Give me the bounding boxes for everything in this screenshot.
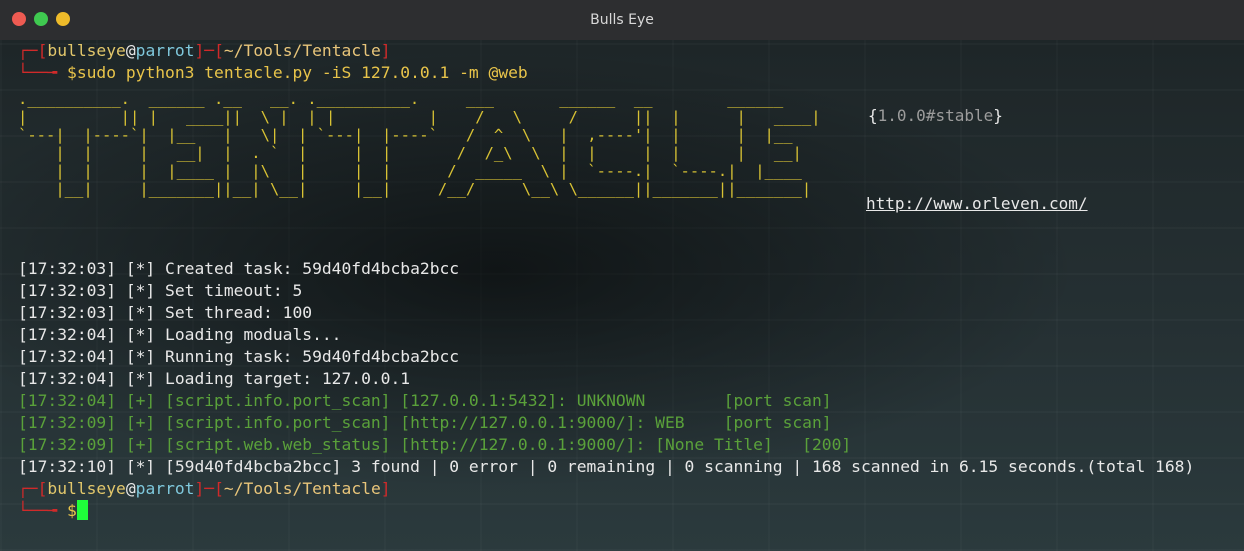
command-text: sudo python3 tentacle.py -iS 127.0.0.1 -…: [76, 63, 528, 82]
terminal-window: Bulls Eye ┌─[bullseye@parrot]─[~/Tools/T…: [0, 0, 1244, 551]
window-controls: [12, 12, 70, 26]
command-line: └──╼ $sudo python3 tentacle.py -iS 127.0…: [18, 63, 528, 82]
maximize-button[interactable]: [34, 12, 48, 26]
website-link[interactable]: http://www.orleven.com/: [866, 194, 1088, 213]
log-summary-line: [17:32:10] [*] [59d40fd4bcba2bcc] 3 foun…: [18, 457, 1195, 476]
close-button[interactable]: [12, 12, 26, 26]
text-cursor: [76, 500, 88, 520]
prompt-path: ~/Tools/Tentacle: [223, 41, 381, 60]
minimize-button[interactable]: [56, 12, 70, 26]
prompt-line-1: ┌─[bullseye@parrot]─[~/Tools/Tentacle]: [18, 41, 391, 60]
input-line[interactable]: └──╼ $: [18, 500, 88, 522]
log-line-success: [17:32:09] [+] [script.info.port_scan] […: [18, 413, 832, 432]
terminal-area[interactable]: ┌─[bullseye@parrot]─[~/Tools/Tentacle] └…: [0, 40, 1244, 551]
title-bar: Bulls Eye: [0, 0, 1244, 40]
log-line: [17:32:03] [*] Set thread: 100: [18, 303, 313, 322]
ascii-banner: .__________. ______ .__ __. .__________.…: [18, 90, 821, 198]
log-line-success: [17:32:04] [+] [script.info.port_scan] […: [18, 391, 832, 410]
log-line: [17:32:04] [*] Loading target: 127.0.0.1: [18, 369, 411, 388]
prompt-user: bullseye: [47, 41, 126, 60]
log-line-success: [17:32:09] [+] [script.web.web_status] […: [18, 435, 852, 454]
log-line: [17:32:04] [*] Running task: 59d40fd4bcb…: [18, 347, 460, 366]
window-title: Bulls Eye: [590, 12, 654, 28]
prompt-line-2: ┌─[bullseye@parrot]─[~/Tools/Tentacle]: [18, 479, 391, 498]
log-line: [17:32:04] [*] Loading moduals...: [18, 325, 342, 344]
log-line: [17:32:03] [*] Set timeout: 5: [18, 281, 303, 300]
version-label: {1.0.0#stable}: [868, 106, 1003, 125]
prompt-host: parrot: [135, 41, 195, 60]
log-line: [17:32:03] [*] Created task: 59d40fd4bcb…: [18, 259, 460, 278]
